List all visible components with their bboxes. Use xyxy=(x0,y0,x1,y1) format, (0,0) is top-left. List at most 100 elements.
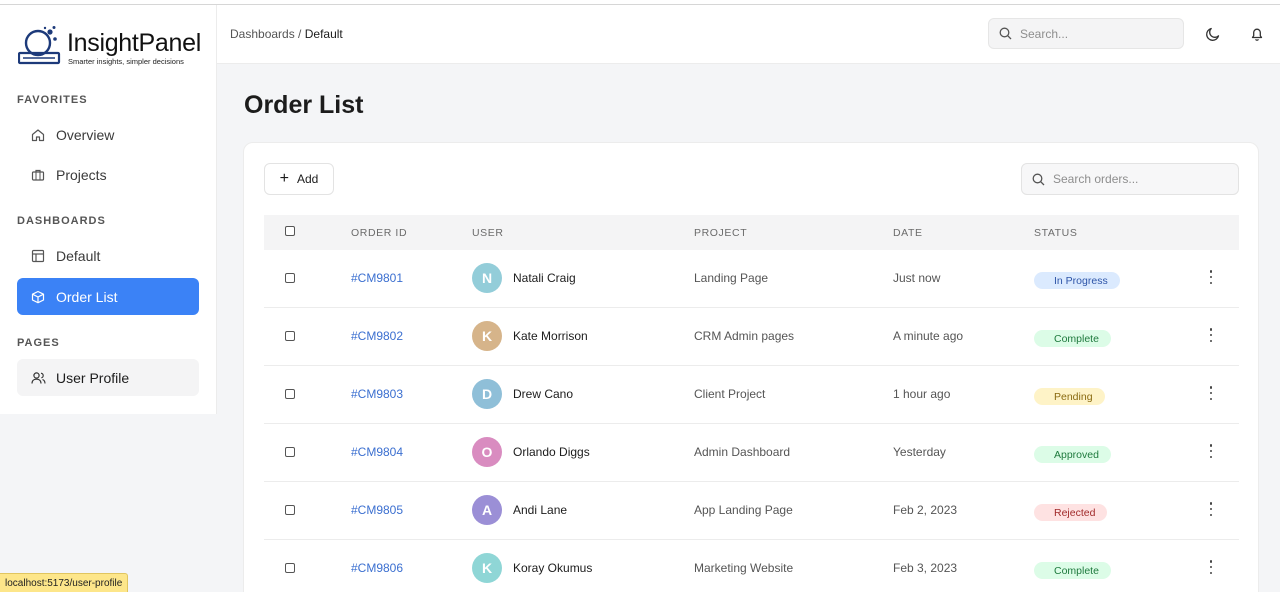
project-name: App Landing Page xyxy=(694,503,793,517)
table-row[interactable]: #CM9804 O Orlando Diggs Admin Dashboard Yest… xyxy=(264,424,1239,482)
plus-icon: + xyxy=(279,170,289,187)
section-title-favorites: FAVORITES xyxy=(17,94,88,106)
sidebar-item-order-list[interactable]: Order List xyxy=(17,278,199,315)
more-options-icon[interactable] xyxy=(1208,560,1214,574)
order-list-card: + Add ORDER ID USER PROJECT DATE STATUS … xyxy=(243,142,1259,592)
table-row[interactable]: #CM9802 K Kate Morrison CRM Admin pages A mi… xyxy=(264,308,1239,366)
row-checkbox[interactable] xyxy=(285,447,295,457)
order-date: Feb 3, 2023 xyxy=(893,561,958,575)
more-options-icon[interactable] xyxy=(1208,328,1214,342)
column-user[interactable]: USER xyxy=(472,227,504,239)
search-icon xyxy=(999,27,1012,40)
breadcrumb: Dashboards / Default xyxy=(230,27,343,41)
more-options-icon[interactable] xyxy=(1208,502,1214,516)
sidebar-item-label: User Profile xyxy=(56,369,130,386)
order-date: Feb 2, 2023 xyxy=(893,503,958,517)
user-name: Drew Cano xyxy=(513,387,574,401)
status-badge: Rejected xyxy=(1034,504,1108,521)
sidebar-item-label: Overview xyxy=(56,126,115,143)
sidebar: InsightPanel Smarter insights, simpler d… xyxy=(0,5,217,414)
top-header: Dashboards / Default xyxy=(217,5,1280,64)
home-icon xyxy=(30,127,46,143)
project-name: Client Project xyxy=(694,387,766,401)
sidebar-item-label: Projects xyxy=(56,166,107,183)
select-all-checkbox[interactable] xyxy=(285,226,295,236)
column-project[interactable]: PROJECT xyxy=(694,227,747,239)
global-search-input[interactable] xyxy=(1020,26,1160,41)
logo-mark-icon xyxy=(18,26,61,65)
table-row[interactable]: #CM9805 A Andi Lane App Landing Page Feb 2, … xyxy=(264,482,1239,540)
breadcrumb-parent[interactable]: Dashboards xyxy=(230,27,295,41)
order-id-link[interactable]: #CM9801 xyxy=(351,271,403,285)
sidebar-item-label: Order List xyxy=(56,288,118,305)
status-badge: Pending xyxy=(1034,388,1105,405)
project-name: Admin Dashboard xyxy=(694,445,791,459)
avatar: A xyxy=(472,495,502,525)
order-id-link[interactable]: #CM9803 xyxy=(351,387,403,401)
order-id-link[interactable]: #CM9806 xyxy=(351,561,403,575)
search-icon xyxy=(1032,173,1045,185)
avatar: K xyxy=(472,553,502,583)
more-options-icon[interactable] xyxy=(1208,444,1214,458)
avatar: O xyxy=(472,437,502,467)
status-badge: In Progress xyxy=(1034,272,1120,289)
column-status[interactable]: STATUS xyxy=(1034,227,1077,239)
order-search-input[interactable] xyxy=(1053,172,1193,186)
table-row[interactable]: #CM9806 K Koray Okumus Marketing Website Feb… xyxy=(264,540,1239,592)
order-date: Just now xyxy=(893,271,941,285)
user-name: Koray Okumus xyxy=(513,561,593,575)
brand-logo[interactable]: InsightPanel Smarter insights, simpler d… xyxy=(18,23,208,71)
more-options-icon[interactable] xyxy=(1208,270,1214,284)
project-name: Landing Page xyxy=(694,271,769,285)
status-badge: Complete xyxy=(1034,330,1111,347)
user-name: Kate Morrison xyxy=(513,329,588,343)
link-status-bar: localhost:5173/user-profile xyxy=(0,573,129,592)
sidebar-item-user-profile[interactable]: User Profile xyxy=(17,359,199,396)
sidebar-item-projects[interactable]: Projects xyxy=(17,156,199,193)
order-date: 1 hour ago xyxy=(893,387,951,401)
column-date[interactable]: DATE xyxy=(893,227,923,239)
brand-name: InsightPanel xyxy=(67,29,201,57)
row-checkbox[interactable] xyxy=(285,505,295,515)
project-name: Marketing Website xyxy=(694,561,794,575)
order-date: Yesterday xyxy=(893,445,946,459)
sidebar-item-overview[interactable]: Overview xyxy=(17,116,199,153)
add-order-button[interactable]: + Add xyxy=(264,163,334,195)
sidebar-item-default[interactable]: Default xyxy=(17,237,199,274)
order-date: A minute ago xyxy=(893,329,964,343)
briefcase-icon xyxy=(30,167,46,183)
sidebar-item-label: Default xyxy=(56,247,101,264)
global-search[interactable] xyxy=(988,18,1184,49)
order-id-link[interactable]: #CM9804 xyxy=(351,445,403,459)
breadcrumb-current: Default xyxy=(304,27,343,41)
row-checkbox[interactable] xyxy=(285,563,295,573)
user-name: Natali Craig xyxy=(513,271,576,285)
avatar: N xyxy=(472,263,502,293)
column-order-id[interactable]: ORDER ID xyxy=(351,227,407,239)
row-checkbox[interactable] xyxy=(285,331,295,341)
moon-icon[interactable] xyxy=(1203,24,1223,44)
users-icon xyxy=(30,370,46,386)
project-name: CRM Admin pages xyxy=(694,329,795,343)
add-button-label: Add xyxy=(296,172,319,186)
section-title-pages: PAGES xyxy=(17,337,60,349)
table-row[interactable]: #CM9803 D Drew Cano Client Project 1 hour ag… xyxy=(264,366,1239,424)
layout-icon xyxy=(30,248,46,264)
order-search[interactable] xyxy=(1021,163,1239,195)
avatar: D xyxy=(472,379,502,409)
brand-tagline: Smarter insights, simpler decisions xyxy=(68,57,184,66)
order-id-link[interactable]: #CM9802 xyxy=(351,329,403,343)
status-badge: Complete xyxy=(1034,562,1111,579)
more-options-icon[interactable] xyxy=(1208,386,1214,400)
bell-icon[interactable] xyxy=(1247,24,1267,44)
page-title: Order List xyxy=(244,91,364,119)
order-id-link[interactable]: #CM9805 xyxy=(351,503,403,517)
breadcrumb-separator: / xyxy=(294,27,305,41)
row-checkbox[interactable] xyxy=(285,389,295,399)
row-checkbox[interactable] xyxy=(285,273,295,283)
user-name: Orlando Diggs xyxy=(513,445,590,459)
table-header: ORDER ID USER PROJECT DATE STATUS xyxy=(264,215,1239,250)
status-badge: Approved xyxy=(1034,446,1111,463)
table-row[interactable]: #CM9801 N Natali Craig Landing Page Just now… xyxy=(264,250,1239,308)
user-name: Andi Lane xyxy=(513,503,568,517)
